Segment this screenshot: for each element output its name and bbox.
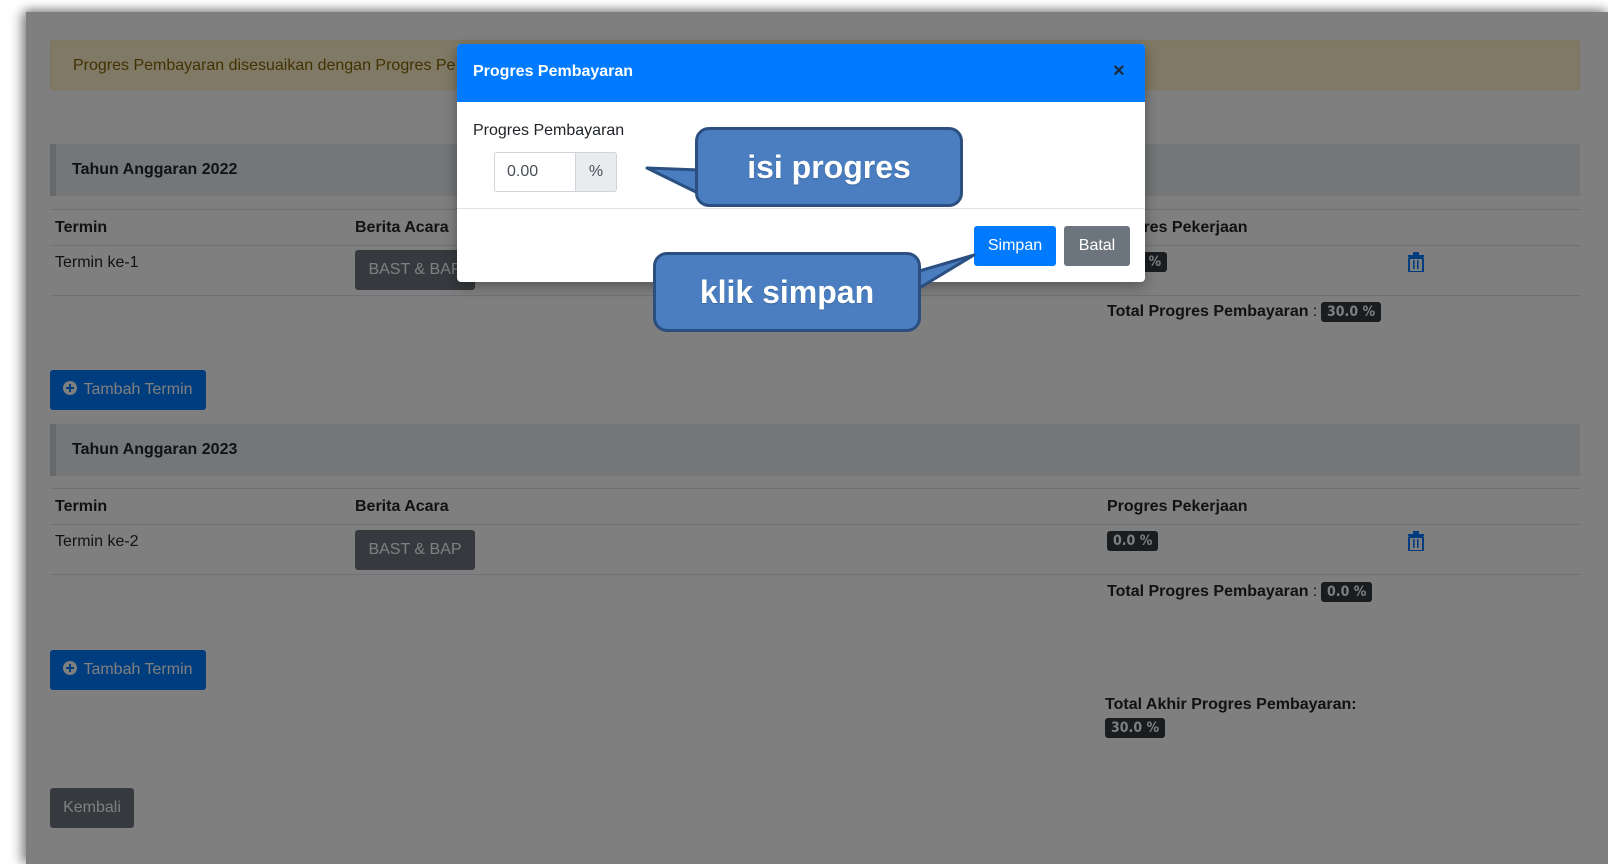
callout-click-save: klik simpan [653,252,921,332]
page-frame: Progres Pembayaran disesuaikan dengan Pr… [26,12,1608,864]
callout-fill-progress: isi progres [695,127,963,207]
callout-fill-pointer [645,166,702,196]
callout-save-pointer [914,253,976,292]
